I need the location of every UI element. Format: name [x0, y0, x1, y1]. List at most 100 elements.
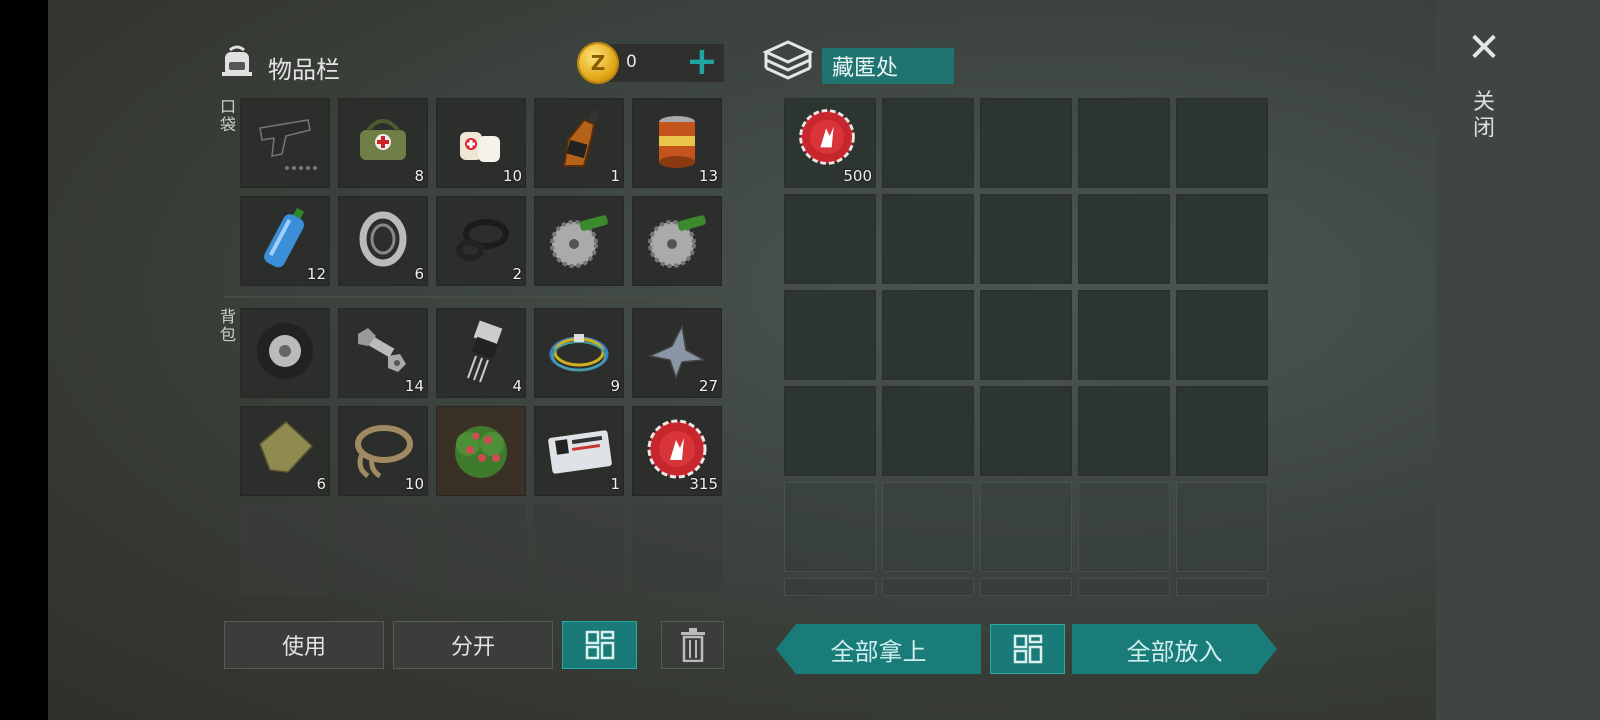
grid-sort-icon: [1013, 634, 1042, 664]
slot-count: 4: [512, 377, 522, 395]
stash-slot-empty[interactable]: [882, 98, 974, 188]
inventory-slot-saw-blade[interactable]: [632, 196, 722, 286]
inventory-slot-wires[interactable]: 9: [534, 308, 624, 398]
stash-slot-empty[interactable]: [980, 98, 1072, 188]
rope-icon: [355, 425, 413, 479]
army-card-icon: [548, 430, 612, 474]
stash-slot-empty[interactable]: [1078, 290, 1170, 380]
stash-slot-empty[interactable]: [980, 578, 1072, 596]
stash-slot-empty[interactable]: [784, 194, 876, 284]
saw-blade-icon: [550, 215, 608, 268]
delete-button[interactable]: [661, 621, 724, 669]
inventory-slot-tire[interactable]: [240, 308, 330, 398]
bandage-icon: [460, 132, 500, 162]
stash-slot-empty[interactable]: [784, 482, 876, 572]
inventory-slot-scrap-metal[interactable]: 27: [632, 308, 722, 398]
slot-count: 315: [689, 475, 718, 493]
grid-sort-icon: [585, 630, 614, 660]
slot-count: 10: [502, 167, 522, 185]
inventory-slot-bottle-cap[interactable]: 315: [632, 406, 722, 496]
stash-slot-empty[interactable]: [980, 386, 1072, 476]
slot-count: 6: [316, 475, 326, 493]
berry-bush-icon: [455, 426, 507, 478]
inventory-slot-empty[interactable]: [240, 504, 330, 594]
wires-icon: [549, 334, 609, 372]
inventory-slot-food-can[interactable]: 13: [632, 98, 722, 188]
stash-slot-empty[interactable]: [980, 290, 1072, 380]
stash-slot-empty[interactable]: [1078, 578, 1170, 596]
stash-slot-empty[interactable]: [882, 290, 974, 380]
stash-slot-empty[interactable]: [1176, 482, 1268, 572]
stash-slot-empty[interactable]: [882, 578, 974, 596]
currency-amount: 0: [626, 52, 637, 72]
bearing-icon: [359, 211, 407, 267]
close-icon[interactable]: ✕: [1466, 28, 1502, 68]
inventory-slot-whiskey[interactable]: 1: [534, 98, 624, 188]
stash-slot-empty[interactable]: [882, 482, 974, 572]
stash-slot-empty[interactable]: [1078, 194, 1170, 284]
stash-slot-empty[interactable]: [1078, 482, 1170, 572]
inventory-slot-cloth[interactable]: 6: [240, 406, 330, 496]
zcoin-icon: Z: [577, 42, 619, 84]
inventory-slot-empty[interactable]: [436, 504, 526, 594]
inventory-slot-bearing[interactable]: 6: [338, 196, 428, 286]
slot-count: 9: [610, 377, 620, 395]
stash-slot-empty[interactable]: [980, 194, 1072, 284]
inventory-slot-transistor[interactable]: 4: [436, 308, 526, 398]
inventory-slot-rope[interactable]: 10: [338, 406, 428, 496]
inventory-slot-empty[interactable]: [632, 504, 722, 594]
stash-slot-empty[interactable]: [1078, 98, 1170, 188]
inventory-slot-army-card[interactable]: 1: [534, 406, 624, 496]
inventory-slot-pistol[interactable]: [240, 98, 330, 188]
slot-count: 2: [512, 265, 522, 283]
inventory-slot-rubber-seal[interactable]: 2: [436, 196, 526, 286]
stash-slot-empty[interactable]: [784, 290, 876, 380]
stash-slot-empty[interactable]: [784, 578, 876, 596]
inventory-slot-bolt-nut[interactable]: 14: [338, 308, 428, 398]
backpack-label: 背包: [219, 307, 236, 344]
stash-slot-empty[interactable]: [1176, 194, 1268, 284]
slot-count: 14: [404, 377, 424, 395]
inventory-slot-medkit[interactable]: 8: [338, 98, 428, 188]
stash-slot-empty[interactable]: [784, 386, 876, 476]
inventory-slot-berry-bush[interactable]: [436, 406, 526, 496]
sort-inventory-button[interactable]: [562, 621, 637, 669]
stash-slot-empty[interactable]: [1176, 98, 1268, 188]
slot-count: 10: [404, 475, 424, 493]
take-all-button[interactable]: 全部拿上: [776, 624, 981, 674]
whiskey-bottle-icon: [562, 108, 601, 167]
slot-count: 500: [843, 167, 872, 185]
split-button[interactable]: 分开: [393, 621, 553, 669]
inventory-slot-water[interactable]: 12: [240, 196, 330, 286]
slot-count: 1: [610, 475, 620, 493]
sort-stash-button[interactable]: [990, 624, 1065, 674]
use-button[interactable]: 使用: [224, 621, 384, 669]
section-divider: [224, 296, 724, 298]
stash-slot-bottle-cap[interactable]: 500: [784, 98, 876, 188]
add-currency-button[interactable]: +: [686, 42, 718, 82]
pocket-label: 口袋: [219, 97, 236, 134]
bolt-nut-icon: [358, 328, 406, 372]
slot-count: 27: [698, 377, 718, 395]
inventory-slot-bandage[interactable]: 10: [436, 98, 526, 188]
slot-count: 1: [610, 167, 620, 185]
slot-count: 6: [414, 265, 424, 283]
inventory-slot-saw-blade[interactable]: [534, 196, 624, 286]
water-bottle-icon: [264, 207, 305, 268]
scrap-metal-icon: [647, 323, 707, 381]
trash-icon: [680, 628, 705, 662]
put-all-button[interactable]: 全部放入: [1072, 624, 1277, 674]
stash-slot-empty[interactable]: [1078, 386, 1170, 476]
stash-title: 藏匿处: [822, 48, 954, 84]
stash-slot-empty[interactable]: [882, 194, 974, 284]
stash-slot-empty[interactable]: [980, 482, 1072, 572]
inventory-slot-empty[interactable]: [534, 504, 624, 594]
close-label[interactable]: 关闭: [1470, 90, 1498, 142]
stash-slot-empty[interactable]: [882, 386, 974, 476]
stash-slot-empty[interactable]: [1176, 290, 1268, 380]
pistol-icon: [259, 119, 317, 170]
inventory-slot-empty[interactable]: [338, 504, 428, 594]
backpack-icon: [218, 42, 256, 80]
stash-slot-empty[interactable]: [1176, 386, 1268, 476]
stash-slot-empty[interactable]: [1176, 578, 1268, 596]
